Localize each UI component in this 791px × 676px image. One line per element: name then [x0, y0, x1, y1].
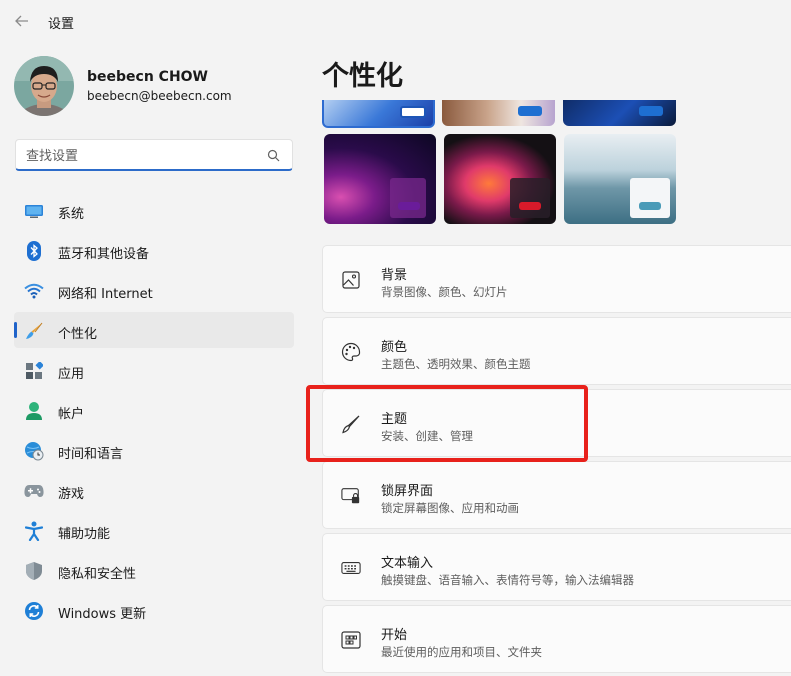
sidebar-item-personalization[interactable]: 个性化	[14, 312, 294, 348]
search-icon[interactable]	[267, 149, 280, 162]
update-icon	[24, 601, 44, 621]
search-box[interactable]	[15, 139, 293, 171]
sidebar-item-privacy[interactable]: 隐私和安全性	[14, 552, 294, 588]
sidebar-item-label: Windows 更新	[58, 607, 147, 622]
globe-clock-icon	[24, 441, 44, 461]
apps-icon	[24, 361, 44, 381]
sidebar-item-label: 个性化	[58, 327, 98, 342]
accessibility-icon	[24, 521, 44, 541]
sidebar-nav: 系统 蓝牙和其他设备 网络和 Internet 个性化 应用 帐户 时间和语言 …	[14, 192, 294, 632]
gamepad-icon	[24, 481, 44, 501]
sidebar-item-apps[interactable]: 应用	[14, 352, 294, 388]
setting-title: 颜色	[381, 340, 408, 355]
sidebar-item-label: 隐私和安全性	[58, 567, 137, 582]
setting-subtitle: 最近使用的应用和项目、文件夹	[381, 645, 542, 659]
sidebar-item-label: 系统	[58, 207, 85, 222]
lock-screen-icon	[341, 486, 361, 506]
monitor-icon	[24, 201, 44, 221]
sidebar-item-label: 时间和语言	[58, 447, 124, 462]
brush-icon	[24, 321, 44, 341]
setting-title: 文本输入	[381, 556, 434, 571]
sidebar-item-label: 应用	[58, 367, 85, 382]
sidebar-item-accounts[interactable]: 帐户	[14, 392, 294, 428]
setting-subtitle: 锁定屏幕图像、应用和动画	[381, 501, 519, 515]
setting-subtitle: 触摸键盘、语音输入、表情符号等，输入法编辑器	[381, 573, 634, 587]
theme-thumbnail[interactable]	[564, 134, 676, 224]
setting-colors[interactable]: 颜色 主题色、透明效果、颜色主题	[322, 317, 791, 385]
sidebar-item-label: 蓝牙和其他设备	[58, 247, 150, 262]
annotation-highlight-box	[306, 385, 588, 462]
setting-subtitle: 背景图像、颜色、幻灯片	[381, 285, 508, 299]
image-icon	[341, 270, 361, 290]
sidebar-item-bluetooth[interactable]: 蓝牙和其他设备	[14, 232, 294, 268]
setting-start[interactable]: 开始 最近使用的应用和项目、文件夹	[322, 605, 791, 673]
back-button[interactable]	[12, 10, 32, 32]
setting-text-input[interactable]: 文本输入 触摸键盘、语音输入、表情符号等，输入法编辑器	[322, 533, 791, 601]
app-title: 设置	[48, 17, 75, 32]
theme-thumbnails	[322, 100, 682, 226]
search-input[interactable]	[26, 146, 256, 166]
sidebar-item-label: 网络和 Internet	[58, 287, 153, 302]
shield-icon	[24, 561, 44, 581]
theme-thumbnail-selected[interactable]	[322, 100, 435, 128]
setting-subtitle: 主题色、透明效果、颜色主题	[381, 357, 531, 371]
setting-title: 锁屏界面	[381, 484, 434, 499]
sidebar-item-accessibility[interactable]: 辅助功能	[14, 512, 294, 548]
keyboard-icon	[341, 558, 361, 578]
theme-thumbnail[interactable]	[442, 100, 555, 126]
sidebar-item-time-language[interactable]: 时间和语言	[14, 432, 294, 468]
setting-lock-screen[interactable]: 锁屏界面 锁定屏幕图像、应用和动画	[322, 461, 791, 529]
wifi-icon	[24, 281, 44, 301]
sidebar-item-label: 游戏	[58, 487, 85, 502]
setting-background[interactable]: 背景 背景图像、颜色、幻灯片	[322, 245, 791, 313]
start-icon	[341, 630, 361, 650]
sidebar-item-label: 帐户	[58, 407, 85, 422]
person-icon	[24, 401, 44, 421]
user-photo	[14, 56, 74, 116]
sidebar-item-windows-update[interactable]: Windows 更新	[14, 592, 294, 628]
palette-icon	[341, 342, 361, 362]
setting-title: 开始	[381, 628, 408, 643]
arrow-left-icon	[15, 15, 28, 27]
theme-thumbnail[interactable]	[563, 100, 676, 126]
user-email: beebecn@beebecn.com	[87, 89, 232, 103]
setting-title: 背景	[381, 268, 408, 283]
avatar[interactable]	[14, 56, 74, 116]
sidebar-item-label: 辅助功能	[58, 527, 111, 542]
title-bar: 设置	[0, 0, 791, 44]
sidebar-item-network[interactable]: 网络和 Internet	[14, 272, 294, 308]
theme-thumbnail[interactable]	[324, 134, 436, 224]
user-name: beebecn CHOW	[87, 69, 209, 85]
sidebar-item-system[interactable]: 系统	[14, 192, 294, 228]
theme-thumbnail[interactable]	[444, 134, 556, 224]
bluetooth-icon	[24, 241, 44, 261]
page-title: 个性化	[322, 61, 403, 92]
sidebar-item-gaming[interactable]: 游戏	[14, 472, 294, 508]
